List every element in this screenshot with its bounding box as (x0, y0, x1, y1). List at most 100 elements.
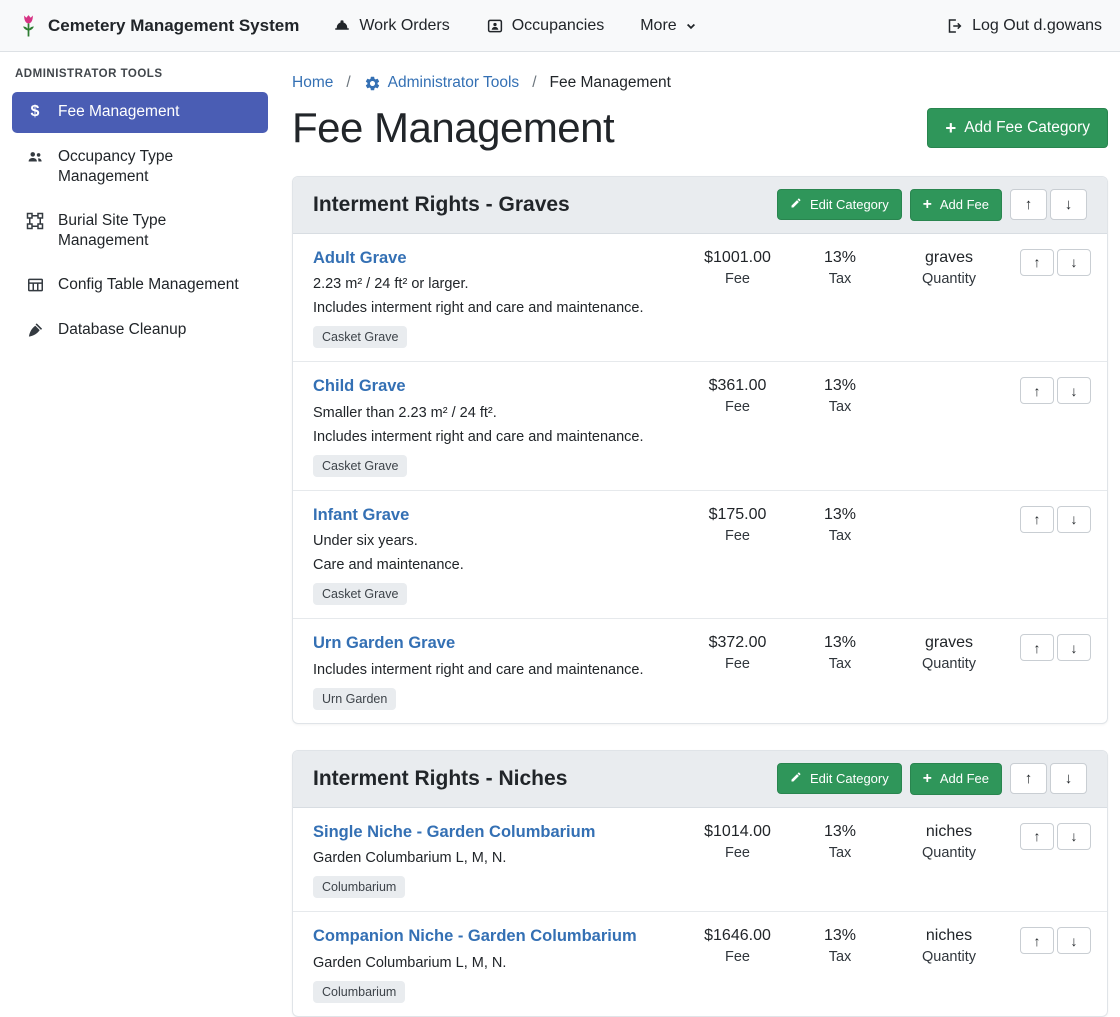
breadcrumb-administrator-tools[interactable]: Administrator Tools (388, 74, 520, 92)
brand-title: Cemetery Management System (48, 16, 299, 36)
add-fee-button[interactable]: + Add Fee (910, 763, 1002, 795)
fee-category-card-graves: Interment Rights - Graves Edit Category … (292, 176, 1108, 724)
fee-amount-label: Fee (685, 399, 790, 415)
fee-tax-label: Tax (790, 949, 890, 965)
fee-amount-label: Fee (685, 528, 790, 544)
top-navbar: Cemetery Management System Work Orders O… (0, 0, 1120, 52)
fee-move-down-button[interactable]: ↓ (1057, 249, 1091, 276)
fee-description: Garden Columbarium L, M, N. (313, 850, 675, 866)
fee-tag: Columbarium (313, 981, 405, 1003)
fee-tag: Casket Grave (313, 455, 407, 477)
breadcrumb-separator: / (529, 74, 539, 92)
sidebar-item-label: Occupancy Type Management (58, 147, 256, 187)
fee-move-up-button[interactable]: ↑ (1020, 927, 1054, 954)
table-icon (24, 276, 46, 294)
edit-category-label: Edit Category (810, 771, 889, 786)
fee-tax-label: Tax (790, 528, 890, 544)
sidebar-item-database-cleanup[interactable]: Database Cleanup (12, 310, 268, 350)
fee-tag: Casket Grave (313, 326, 407, 348)
plus-icon: + (923, 197, 932, 213)
pencil-icon (790, 771, 802, 786)
category-move-down-button[interactable]: ↓ (1050, 189, 1087, 220)
sidebar-item-burial-site-type-management[interactable]: Burial Site Type Management (12, 201, 268, 261)
fee-amount-label: Fee (685, 271, 790, 287)
sidebar-item-label: Burial Site Type Management (58, 211, 256, 251)
breadcrumb-current: Fee Management (550, 74, 672, 92)
nav-work-orders-label: Work Orders (359, 17, 449, 35)
category-move-up-button[interactable]: ↑ (1010, 189, 1047, 220)
fee-amount-label: Fee (685, 949, 790, 965)
fee-move-up-button[interactable]: ↑ (1020, 506, 1054, 533)
nav-more-label: More (640, 17, 676, 35)
sidebar-item-occupancy-type-management[interactable]: Occupancy Type Management (12, 137, 268, 197)
fee-amount-label: Fee (685, 656, 790, 672)
fee-tax-label: Tax (790, 656, 890, 672)
category-header: Interment Rights - Niches Edit Category … (293, 751, 1107, 808)
fee-description: 2.23 m² / 24 ft² or larger. (313, 276, 675, 292)
edit-category-button[interactable]: Edit Category (777, 189, 902, 220)
fee-quantity-empty (890, 376, 1008, 377)
fee-move-down-button[interactable]: ↓ (1057, 506, 1091, 533)
fee-move-up-button[interactable]: ↑ (1020, 249, 1054, 276)
fee-quantity-empty (890, 505, 1008, 506)
fee-row: Single Niche - Garden Columbarium Garden… (293, 808, 1107, 913)
fee-amount: $175.00 (685, 506, 790, 524)
fee-row: Infant Grave Under six years. Care and m… (293, 491, 1107, 620)
category-title: Interment Rights - Graves (313, 193, 777, 217)
fee-row: Child Grave Smaller than 2.23 m² / 24 ft… (293, 362, 1107, 491)
fee-move-down-button[interactable]: ↓ (1057, 927, 1091, 954)
fee-name-link[interactable]: Infant Grave (313, 505, 409, 526)
fee-quantity: graves (890, 249, 1008, 267)
fee-tax-label: Tax (790, 399, 890, 415)
brand-link[interactable]: Cemetery Management System (18, 13, 299, 39)
fee-tax-label: Tax (790, 845, 890, 861)
fee-row: Companion Niche - Garden Columbarium Gar… (293, 912, 1107, 1016)
add-fee-button[interactable]: + Add Fee (910, 189, 1002, 221)
fee-description: Garden Columbarium L, M, N. (313, 955, 675, 971)
fee-name-link[interactable]: Adult Grave (313, 248, 407, 269)
logout-label: Log Out d.gowans (972, 17, 1102, 35)
sidebar-item-label: Database Cleanup (58, 320, 186, 340)
fee-move-up-button[interactable]: ↑ (1020, 377, 1054, 404)
fee-row: Urn Garden Grave Includes interment righ… (293, 619, 1107, 723)
breadcrumb-home[interactable]: Home (292, 74, 333, 92)
sidebar-item-config-table-management[interactable]: Config Table Management (12, 265, 268, 305)
nav-occupancies-label: Occupancies (512, 17, 605, 35)
breadcrumb: Home / Administrator Tools / Fee Managem… (292, 74, 1108, 92)
fee-move-up-button[interactable]: ↑ (1020, 823, 1054, 850)
fee-name-link[interactable]: Child Grave (313, 376, 406, 397)
sidebar-heading: Administrator Tools (12, 68, 268, 92)
fee-tag: Casket Grave (313, 583, 407, 605)
sidebar-item-label: Fee Management (58, 102, 180, 122)
main-content: Home / Administrator Tools / Fee Managem… (280, 52, 1120, 1017)
nav-work-orders[interactable]: Work Orders (333, 17, 449, 35)
fee-tax: 13% (790, 823, 890, 841)
pencil-icon (790, 197, 802, 212)
fee-quantity-label: Quantity (890, 656, 1008, 672)
hard-hat-icon (333, 17, 351, 35)
category-move-down-button[interactable]: ↓ (1050, 763, 1087, 794)
category-move-up-button[interactable]: ↑ (1010, 763, 1047, 794)
fee-move-down-button[interactable]: ↓ (1057, 377, 1091, 404)
add-fee-category-button[interactable]: + Add Fee Category (927, 108, 1108, 149)
fee-tax-label: Tax (790, 271, 890, 287)
fee-description: Under six years. (313, 533, 675, 549)
fee-quantity: niches (890, 823, 1008, 841)
fee-tag: Urn Garden (313, 688, 396, 710)
sidebar-item-fee-management[interactable]: $ Fee Management (12, 92, 268, 133)
fee-name-link[interactable]: Single Niche - Garden Columbarium (313, 822, 595, 843)
fee-tag: Columbarium (313, 876, 405, 898)
add-fee-category-label: Add Fee Category (964, 119, 1090, 137)
fee-move-down-button[interactable]: ↓ (1057, 634, 1091, 661)
fee-move-down-button[interactable]: ↓ (1057, 823, 1091, 850)
nav-occupancies[interactable]: Occupancies (486, 17, 605, 35)
fee-name-link[interactable]: Companion Niche - Garden Columbarium (313, 926, 637, 947)
fee-tax: 13% (790, 506, 890, 524)
fee-move-up-button[interactable]: ↑ (1020, 634, 1054, 661)
fee-tax: 13% (790, 927, 890, 945)
nav-more[interactable]: More (640, 17, 696, 35)
logout-link[interactable]: Log Out d.gowans (945, 17, 1102, 35)
fee-name-link[interactable]: Urn Garden Grave (313, 633, 455, 654)
edit-category-button[interactable]: Edit Category (777, 763, 902, 794)
fee-description: Care and maintenance. (313, 557, 675, 573)
